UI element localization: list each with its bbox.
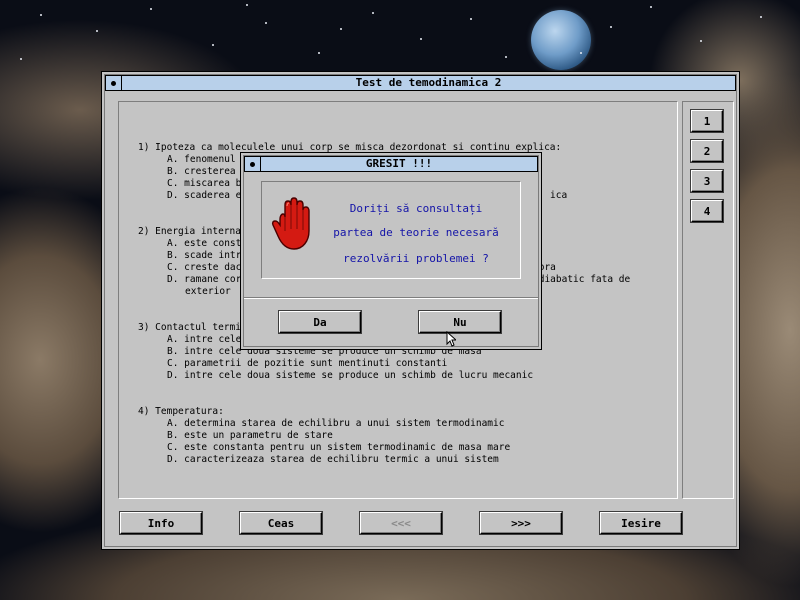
question-1-option-b[interactable]: B. cresterea (167, 166, 236, 178)
previous-button[interactable]: <<< (359, 511, 443, 535)
question-1-option-d[interactable]: D. scaderea e (167, 190, 241, 202)
question-2-option-c[interactable]: C. creste dac (167, 262, 241, 274)
dialog-message-line-1: Doriți să consultați (349, 202, 483, 215)
dialog-titlebar[interactable]: GRESIT !!! (244, 156, 538, 172)
next-button[interactable]: >>> (479, 511, 563, 535)
window-title: Test de temodinamica 2 (355, 76, 502, 89)
system-menu-icon (111, 80, 116, 86)
question-4-option-d[interactable]: D. caracterizeaza starea de echilibru te… (167, 454, 499, 466)
question-3-text: 3) Contactul termic (138, 322, 247, 333)
question-2-option-b[interactable]: B. scade intr (167, 250, 241, 262)
question-4-text: 4) Temperatura: (138, 406, 224, 417)
system-menu-button[interactable] (106, 76, 122, 90)
mouse-pointer-icon (446, 331, 456, 347)
question-3-option-d[interactable]: D. intre cele doua sisteme se produce un… (167, 370, 533, 382)
question-1-button[interactable]: 1 (690, 109, 724, 133)
no-button[interactable]: Nu (418, 310, 502, 334)
info-button[interactable]: Info (119, 511, 203, 535)
question-4-button[interactable]: 4 (690, 199, 724, 223)
question-3-option-a[interactable]: A. intre cele (167, 334, 241, 346)
question-1-option-a[interactable]: A. fenomenul (167, 154, 236, 166)
dialog-system-menu-button[interactable] (245, 157, 261, 171)
question-4-option-c[interactable]: C. este constanta pentru un sistem termo… (167, 442, 510, 454)
question-4-option-b[interactable]: B. este un parametru de stare (167, 430, 333, 442)
dialog-message-line-3: rezolvării problemei ? (343, 252, 489, 265)
window-titlebar[interactable]: Test de temodinamica 2 (105, 75, 736, 91)
question-2-option-a[interactable]: A. este const (167, 238, 241, 250)
question-3-button[interactable]: 3 (690, 169, 724, 193)
clock-button[interactable]: Ceas (239, 511, 323, 535)
question-nav-panel: 1 2 3 4 (682, 101, 734, 499)
stop-hand-icon (271, 197, 310, 250)
question-2-text: 2) Energia interna (138, 226, 241, 237)
question-2-option-d[interactable]: D. ramane cor (167, 274, 241, 286)
dialog-message-line-2: partea de teorie necesară (333, 226, 499, 239)
question-4-option-a[interactable]: A. determina starea de echilibru a unui … (167, 418, 504, 430)
question-1-option-d-tail: ica (550, 190, 568, 201)
planet-image (531, 10, 591, 70)
question-2-option-d-continuation: exterior (185, 286, 231, 297)
wrong-answer-dialog: GRESIT !!! Doriți să consultați partea d… (240, 152, 542, 350)
question-3-option-c[interactable]: C. parametrii de pozitie sunt mentinuti … (167, 358, 447, 370)
system-menu-icon (250, 161, 255, 167)
dialog-title: GRESIT !!! (365, 157, 433, 170)
exit-button[interactable]: Iesire (599, 511, 683, 535)
question-2-button[interactable]: 2 (690, 139, 724, 163)
yes-button[interactable]: Da (278, 310, 362, 334)
dialog-separator (244, 297, 538, 299)
question-2-option-d-tail: adiabatic fata de (533, 274, 631, 285)
question-1-option-c[interactable]: C. miscarea b (167, 178, 241, 190)
